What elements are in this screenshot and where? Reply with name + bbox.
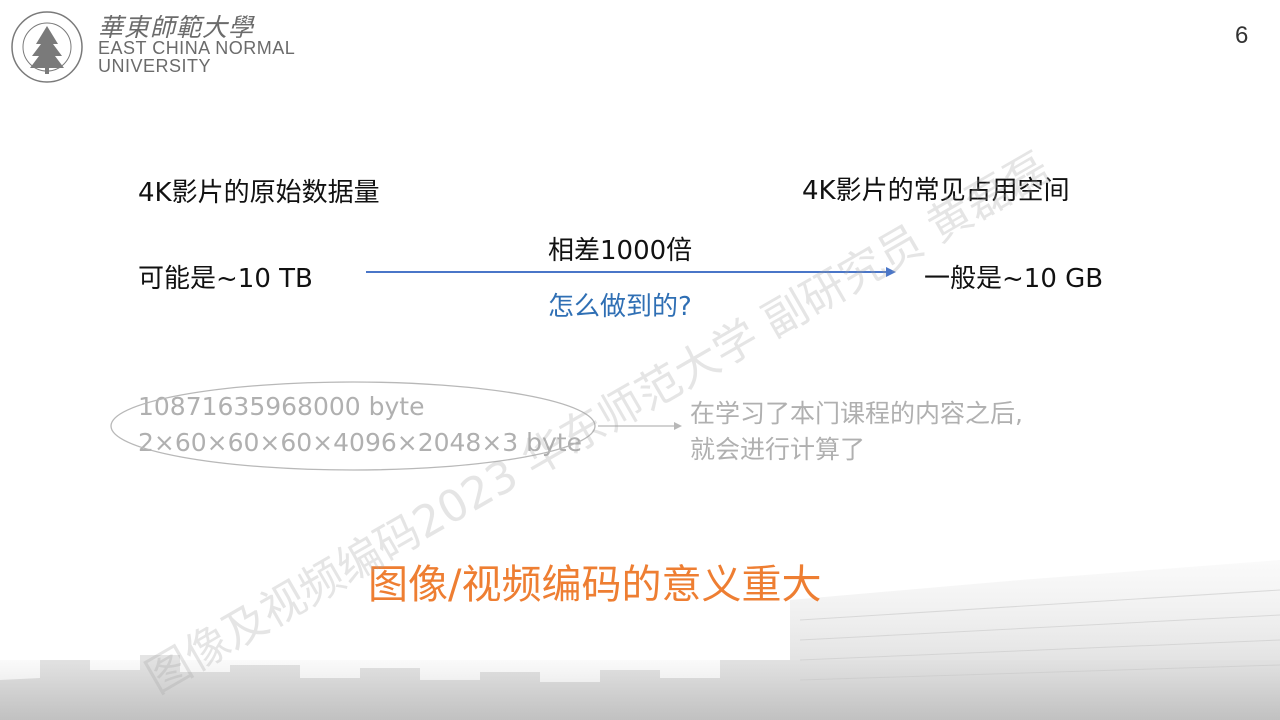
university-name-english-line2: UNIVERSITY [98, 56, 212, 76]
how-question-label: 怎么做到的? [548, 292, 692, 322]
raw-data-title: 4K影片的原始数据量 [138, 178, 380, 208]
raw-data-value: 可能是~10 TB [138, 264, 313, 294]
note-line-1: 在学习了本门课程的内容之后, [690, 399, 1023, 428]
note-line-2: 就会进行计算了 [690, 435, 866, 464]
storage-value: 一般是~10 GB [924, 264, 1104, 294]
page-number: 6 [1235, 22, 1249, 49]
conclusion-text: 图像/视频编码的意义重大 [368, 562, 822, 608]
university-seal-logo [11, 11, 83, 83]
